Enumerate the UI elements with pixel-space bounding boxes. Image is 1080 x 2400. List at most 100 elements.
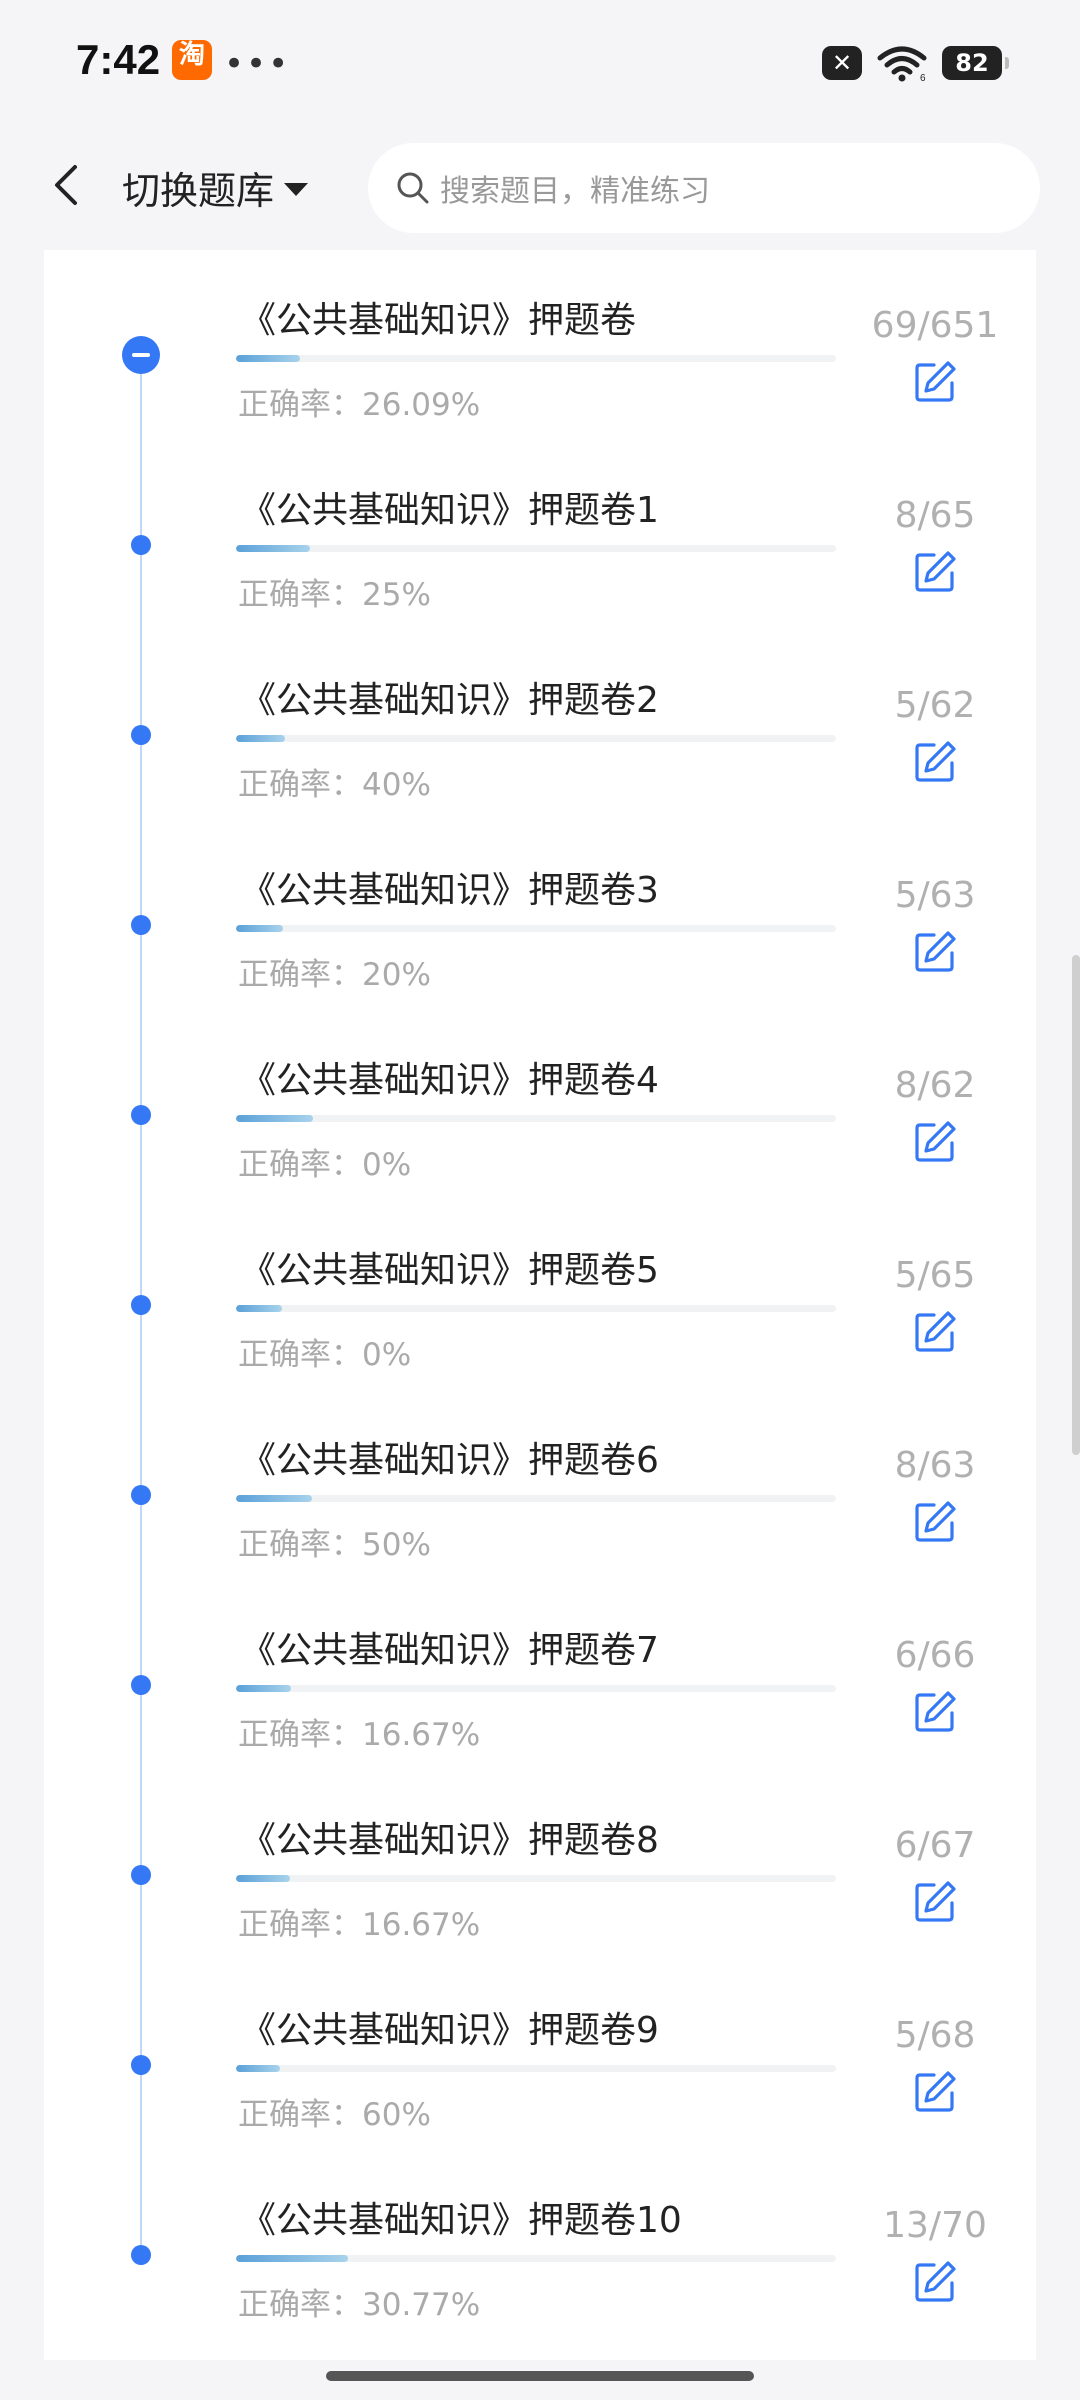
paper-title: 《公共基础知识》押题卷4: [240, 1060, 659, 1101]
progress-bar-fill: [236, 2255, 348, 2262]
accuracy-text: 正确率：40%: [238, 767, 431, 803]
edit-icon[interactable]: [912, 2069, 958, 2115]
home-indicator: [326, 2371, 754, 2381]
accuracy-text: 正确率：60%: [238, 2097, 431, 2133]
progress-bar-fill: [236, 1115, 313, 1122]
paper-title: 《公共基础知识》押题卷1: [240, 490, 659, 531]
progress-bar: [236, 545, 836, 552]
accuracy-text: 正确率：30.77%: [238, 2287, 481, 2323]
scrollbar[interactable]: [1072, 955, 1080, 1455]
paper-title: 《公共基础知识》押题卷2: [240, 680, 659, 721]
progress-bar: [236, 355, 836, 362]
accuracy-text: 正确率：26.09%: [238, 387, 481, 423]
paper-item[interactable]: 《公共基础知识》押题卷8 正确率：16.67% 6/67: [0, 1775, 1080, 1965]
paper-item[interactable]: 《公共基础知识》押题卷9 正确率：60% 5/68: [0, 1965, 1080, 2155]
progress-bar-fill: [236, 2065, 280, 2072]
progress-bar-fill: [236, 1305, 282, 1312]
timeline-dot: [131, 725, 151, 745]
paper-title: 《公共基础知识》押题卷10: [240, 2200, 682, 2241]
paper-item[interactable]: 《公共基础知识》押题卷10 正确率：30.77% 13/70: [0, 2155, 1080, 2345]
paper-item[interactable]: 《公共基础知识》押题卷5 正确率：0% 5/65: [0, 1205, 1080, 1395]
progress-bar: [236, 735, 836, 742]
edit-icon[interactable]: [912, 929, 958, 975]
progress-bar-fill: [236, 925, 283, 932]
progress-bar-fill: [236, 545, 310, 552]
progress-bar: [236, 1685, 836, 1692]
collapse-minus-icon[interactable]: [122, 336, 160, 374]
progress-count: 8/63: [894, 1445, 976, 1486]
timeline-dot: [131, 1865, 151, 1885]
timeline-dot: [131, 1295, 151, 1315]
paper-item[interactable]: 《公共基础知识》押题卷3 正确率：20% 5/63: [0, 825, 1080, 1015]
timeline-dot: [131, 1485, 151, 1505]
accuracy-text: 正确率：16.67%: [238, 1907, 481, 1943]
chevron-left-icon: [55, 165, 77, 205]
progress-bar-fill: [236, 1685, 291, 1692]
progress-bar-fill: [236, 735, 285, 742]
progress-count: 8/62: [894, 1065, 976, 1106]
edit-icon[interactable]: [912, 359, 958, 405]
edit-icon[interactable]: [912, 1689, 958, 1735]
accuracy-text: 正确率：25%: [238, 577, 431, 613]
caret-down-icon: [284, 182, 309, 196]
accuracy-text: 正确率：0%: [238, 1147, 412, 1183]
edit-icon[interactable]: [912, 739, 958, 785]
search-icon: [397, 172, 429, 204]
timeline-dot: [131, 915, 151, 935]
progress-count: 13/70: [883, 2205, 987, 2246]
edit-icon[interactable]: [912, 1309, 958, 1355]
progress-bar-fill: [236, 1495, 312, 1502]
paper-title: 《公共基础知识》押题卷9: [240, 2010, 659, 2051]
paper-item[interactable]: 《公共基础知识》押题卷1 正确率：25% 8/65: [0, 445, 1080, 635]
timeline-dot: [131, 535, 151, 555]
wifi-icon: 6: [877, 46, 927, 82]
paper-title: 《公共基础知识》押题卷7: [240, 1630, 659, 1671]
svg-text:6: 6: [920, 73, 926, 82]
paper-title: 《公共基础知识》押题卷8: [240, 1820, 659, 1861]
edit-icon[interactable]: [912, 2259, 958, 2305]
accuracy-text: 正确率：50%: [238, 1527, 431, 1563]
taobao-app-icon: 淘: [172, 40, 212, 80]
progress-bar-fill: [236, 1875, 290, 1882]
status-icons: ✕ 6 82: [822, 44, 1009, 82]
progress-bar: [236, 1875, 836, 1882]
paper-item[interactable]: 《公共基础知识》押题卷6 正确率：50% 8/63: [0, 1395, 1080, 1585]
paper-item[interactable]: 《公共基础知识》押题卷7 正确率：16.67% 6/66: [0, 1585, 1080, 1775]
status-bar: 7:42 淘 ••• ✕ 6 82: [0, 0, 1080, 125]
progress-count: 6/67: [894, 1825, 976, 1866]
paper-item[interactable]: 《公共基础知识》押题卷2 正确率：40% 5/62: [0, 635, 1080, 825]
timeline-dot: [131, 1675, 151, 1695]
progress-count: 5/63: [894, 875, 976, 916]
edit-icon[interactable]: [912, 1499, 958, 1545]
progress-count: 5/65: [894, 1255, 976, 1296]
paper-item[interactable]: 《公共基础知识》押题卷正确率：26.09% 69/651: [0, 255, 1080, 445]
search-input[interactable]: 搜索题目，精准练习: [368, 143, 1040, 233]
timeline-dot: [131, 1105, 151, 1125]
edit-icon[interactable]: [912, 1879, 958, 1925]
progress-bar: [236, 2065, 836, 2072]
progress-bar: [236, 2255, 836, 2262]
bank-switch-dropdown[interactable]: 切换题库: [122, 159, 309, 215]
edit-icon[interactable]: [912, 1119, 958, 1165]
progress-count: 69/651: [871, 305, 999, 346]
progress-bar: [236, 925, 836, 932]
timeline-dot: [131, 2245, 151, 2265]
paper-title: 《公共基础知识》押题卷5: [240, 1250, 659, 1291]
paper-item[interactable]: 《公共基础知识》押题卷4 正确率：0% 8/62: [0, 1015, 1080, 1205]
back-button[interactable]: [40, 155, 90, 215]
more-dots-icon: •••: [224, 44, 291, 84]
status-time: 7:42: [76, 36, 161, 83]
progress-bar: [236, 1495, 836, 1502]
edit-icon[interactable]: [912, 549, 958, 595]
accuracy-text: 正确率：16.67%: [238, 1717, 481, 1753]
progress-count: 8/65: [894, 495, 976, 536]
progress-bar: [236, 1305, 836, 1312]
paper-title: 《公共基础知识》押题卷: [240, 300, 637, 341]
paper-title: 《公共基础知识》押题卷6: [240, 1440, 659, 1481]
progress-bar-fill: [236, 355, 300, 362]
accuracy-text: 正确率：20%: [238, 957, 431, 993]
accuracy-text: 正确率：0%: [238, 1337, 412, 1373]
timeline-dot: [131, 2055, 151, 2075]
progress-count: 5/62: [894, 685, 976, 726]
battery-icon: 82: [942, 46, 1009, 80]
